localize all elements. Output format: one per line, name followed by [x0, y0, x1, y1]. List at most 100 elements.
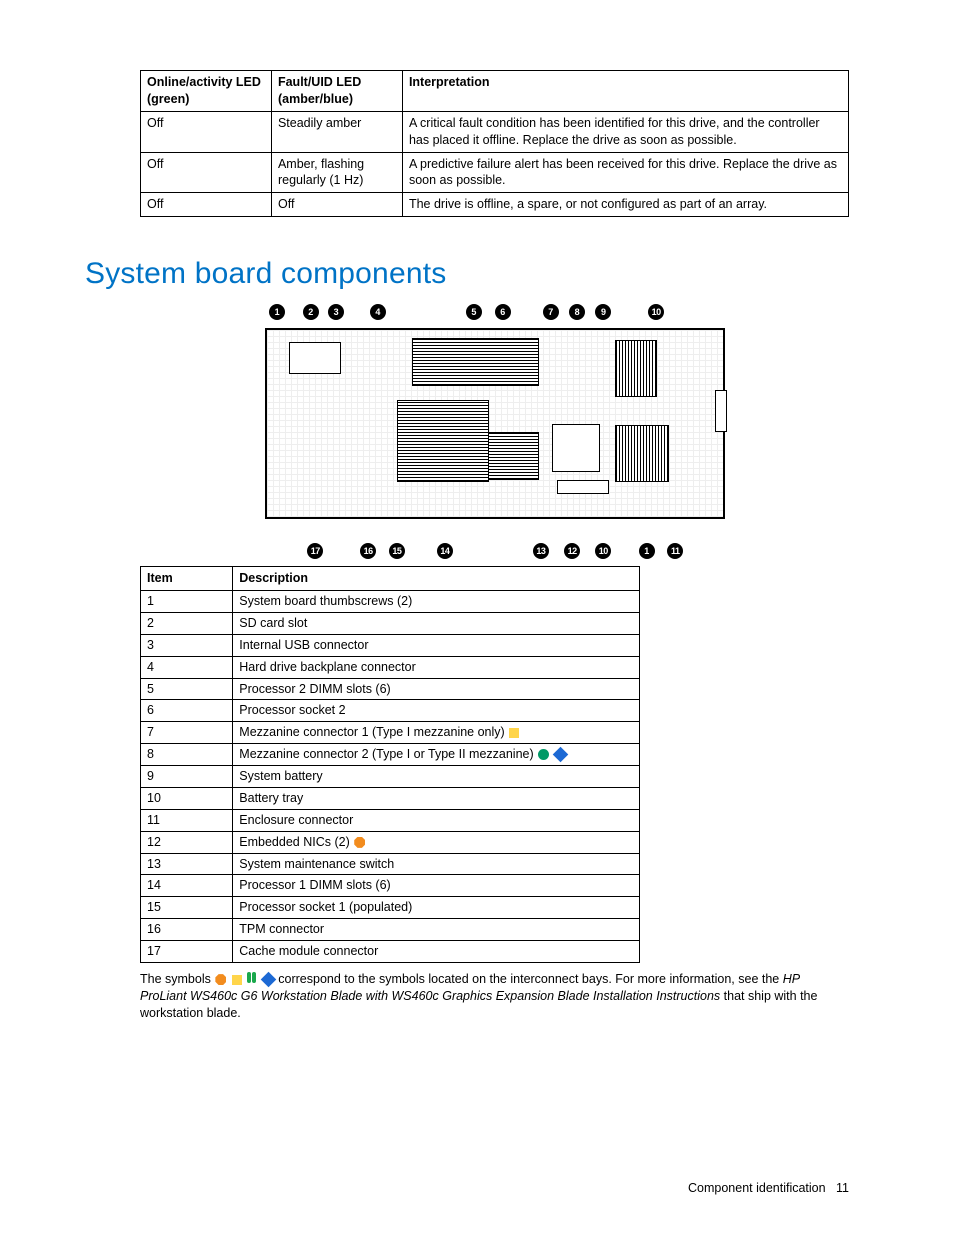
table-row: 10Battery tray — [141, 787, 640, 809]
desc-cell: Mezzanine connector 2 (Type I or Type II… — [233, 744, 640, 766]
footnote-mid: correspond to the symbols located on the… — [278, 972, 782, 986]
table-row: 2SD card slot — [141, 612, 640, 634]
desc-cell: Processor socket 2 — [233, 700, 640, 722]
item-cell: 11 — [141, 809, 233, 831]
led-table: Online/activity LED (green) Fault/UID LE… — [140, 70, 849, 217]
item-cell: 9 — [141, 766, 233, 788]
item-cell: 1 — [141, 591, 233, 613]
desc-cell: Processor 1 DIMM slots (6) — [233, 875, 640, 897]
callout-badge: 11 — [667, 543, 683, 559]
component-table: Item Description 1System board thumbscre… — [140, 566, 640, 963]
callout-badge: 1 — [639, 543, 655, 559]
footer-section: Component identification — [688, 1181, 826, 1195]
callout-badge: 8 — [569, 304, 585, 320]
item-cell: 17 — [141, 941, 233, 963]
footnote-lead: The symbols — [140, 972, 214, 986]
desc-cell: TPM connector — [233, 919, 640, 941]
callout-badge: 5 — [466, 304, 482, 320]
desc-cell: Hard drive backplane connector — [233, 656, 640, 678]
callout-badge: 12 — [564, 543, 580, 559]
desc-cell: System battery — [233, 766, 640, 788]
desc-cell: SD card slot — [233, 612, 640, 634]
table-cell: The drive is offline, a spare, or not co… — [402, 193, 848, 217]
item-cell: 2 — [141, 612, 233, 634]
item-cell: 4 — [141, 656, 233, 678]
page-footer: Component identification 11 — [688, 1181, 849, 1195]
item-cell: 15 — [141, 897, 233, 919]
callout-badge: 3 — [328, 304, 344, 320]
callout-badge: 2 — [303, 304, 319, 320]
desc-cell: Internal USB connector — [233, 634, 640, 656]
desc-cell: Processor socket 1 (populated) — [233, 897, 640, 919]
table-cell: A critical fault condition has been iden… — [402, 111, 848, 152]
square-icon — [232, 975, 242, 985]
callout-badge: 14 — [437, 543, 453, 559]
item-cell: 3 — [141, 634, 233, 656]
callout-badge: 15 — [389, 543, 405, 559]
table-cell: A predictive failure alert has been rece… — [402, 152, 848, 193]
led-th-2: Fault/UID LED (amber/blue) — [271, 71, 402, 112]
item-cell: 10 — [141, 787, 233, 809]
item-cell: 16 — [141, 919, 233, 941]
led-th-3: Interpretation — [402, 71, 848, 112]
table-row: 12Embedded NICs (2) — [141, 831, 640, 853]
table-cell: Off — [141, 111, 272, 152]
table-row: OffSteadily amberA critical fault condit… — [141, 111, 849, 152]
desc-cell: Processor 2 DIMM slots (6) — [233, 678, 640, 700]
table-row: 5Processor 2 DIMM slots (6) — [141, 678, 640, 700]
table-row: 6Processor socket 2 — [141, 700, 640, 722]
table-row: 7Mezzanine connector 1 (Type I mezzanine… — [141, 722, 640, 744]
footer-page: 11 — [836, 1181, 849, 1195]
callout-badge: 1 — [269, 304, 285, 320]
system-board-diagram: 12345678910 17161514131210111 — [140, 306, 849, 541]
diamond-icon — [552, 747, 568, 763]
desc-cell: Battery tray — [233, 787, 640, 809]
item-cell: 6 — [141, 700, 233, 722]
callout-badge: 7 — [543, 304, 559, 320]
table-row: 15Processor socket 1 (populated) — [141, 897, 640, 919]
table-row: OffAmber, flashing regularly (1 Hz)A pre… — [141, 152, 849, 193]
table-row: 17Cache module connector — [141, 941, 640, 963]
desc-cell: Mezzanine connector 1 (Type I mezzanine … — [233, 722, 640, 744]
callout-badge: 16 — [360, 543, 376, 559]
table-cell: Off — [141, 193, 272, 217]
table-row: 1System board thumbscrews (2) — [141, 591, 640, 613]
octagon-icon — [354, 837, 365, 848]
table-cell: Steadily amber — [271, 111, 402, 152]
comp-th-item: Item — [141, 567, 233, 591]
desc-cell: Enclosure connector — [233, 809, 640, 831]
callout-badge: 10 — [648, 304, 664, 320]
callout-badge: 13 — [533, 543, 549, 559]
item-cell: 14 — [141, 875, 233, 897]
table-row: 3Internal USB connector — [141, 634, 640, 656]
table-row: 16TPM connector — [141, 919, 640, 941]
item-cell: 7 — [141, 722, 233, 744]
callout-badge: 4 — [370, 304, 386, 320]
desc-cell: Cache module connector — [233, 941, 640, 963]
desc-cell: System maintenance switch — [233, 853, 640, 875]
led-th-1: Online/activity LED (green) — [141, 71, 272, 112]
table-row: 14Processor 1 DIMM slots (6) — [141, 875, 640, 897]
section-heading: System board components — [85, 257, 849, 291]
item-cell: 8 — [141, 744, 233, 766]
square-icon — [509, 728, 519, 738]
table-row: 11Enclosure connector — [141, 809, 640, 831]
table-row: 8Mezzanine connector 2 (Type I or Type I… — [141, 744, 640, 766]
item-cell: 5 — [141, 678, 233, 700]
desc-cell: Embedded NICs (2) — [233, 831, 640, 853]
table-row: 4Hard drive backplane connector — [141, 656, 640, 678]
callout-badge: 10 — [595, 543, 611, 559]
circle-icon — [538, 749, 549, 760]
diamond-icon — [261, 972, 277, 988]
rounded-pair-icon — [247, 971, 257, 988]
footnote: The symbols correspond to the symbols lo… — [140, 971, 849, 1022]
table-cell: Amber, flashing regularly (1 Hz) — [271, 152, 402, 193]
callout-badge: 6 — [495, 304, 511, 320]
table-row: OffOffThe drive is offline, a spare, or … — [141, 193, 849, 217]
callout-badge: 17 — [307, 543, 323, 559]
table-row: 9System battery — [141, 766, 640, 788]
comp-th-desc: Description — [233, 567, 640, 591]
desc-cell: System board thumbscrews (2) — [233, 591, 640, 613]
item-cell: 13 — [141, 853, 233, 875]
table-row: 13System maintenance switch — [141, 853, 640, 875]
